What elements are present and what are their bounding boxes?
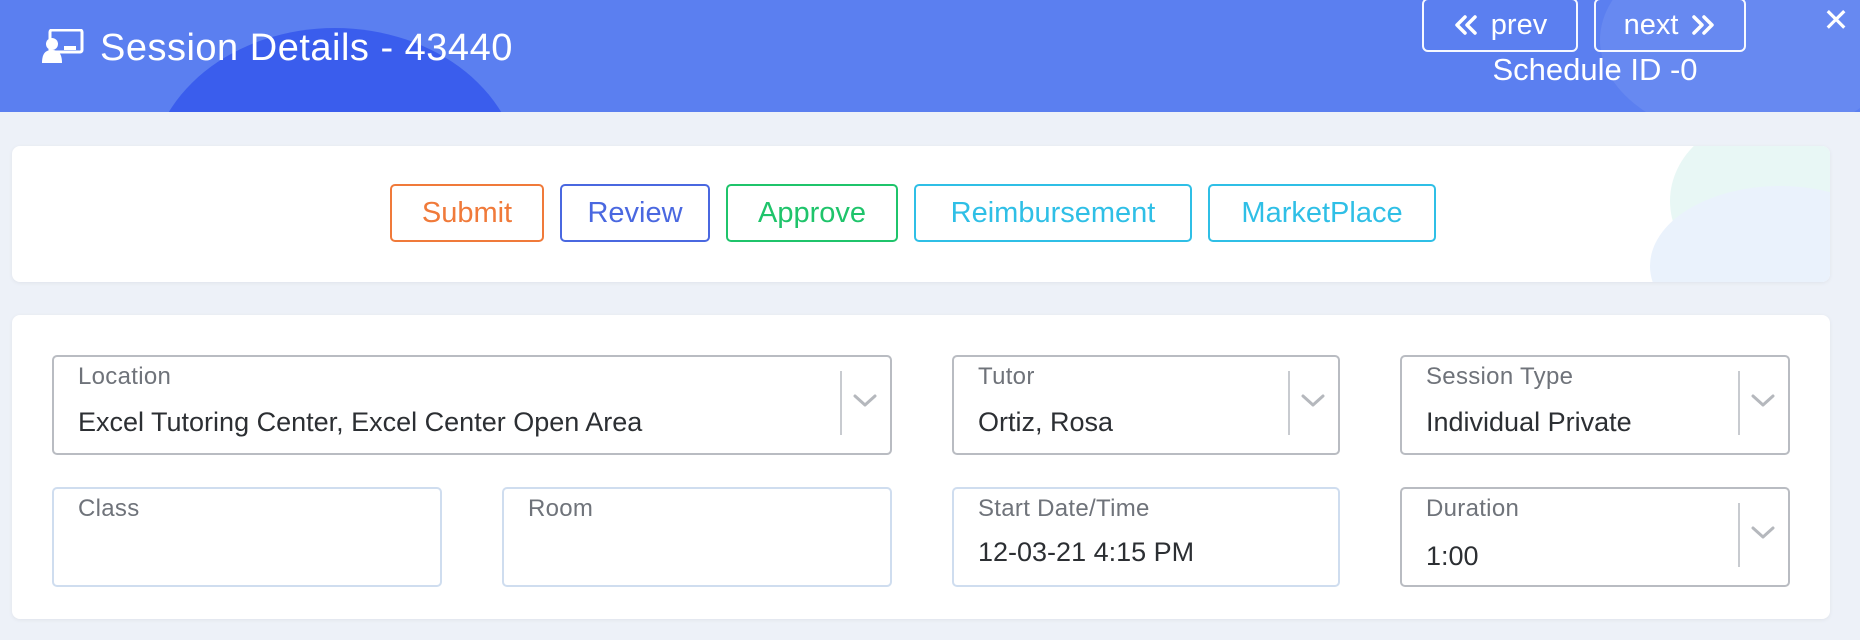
location-label: Location xyxy=(78,363,172,390)
start-datetime-value: 12-03-21 4:15 PM xyxy=(978,537,1195,567)
page-header: Session Details - 43440 prev next Schedu… xyxy=(0,0,1860,112)
prev-label: prev xyxy=(1490,8,1548,41)
header-title-group: Session Details - 43440 xyxy=(42,22,513,74)
room-field[interactable]: Room xyxy=(502,487,892,587)
schedule-id: Schedule ID -0 xyxy=(1492,52,1698,87)
tutor-label: Tutor xyxy=(978,363,1035,390)
double-chevron-left-icon xyxy=(1453,14,1479,36)
reimbursement-button[interactable]: Reimbursement xyxy=(914,184,1192,242)
next-button[interactable]: next xyxy=(1594,0,1746,52)
select-separator xyxy=(1738,371,1740,435)
chevron-down-icon[interactable] xyxy=(1750,525,1776,541)
class-field[interactable]: Class xyxy=(52,487,442,587)
close-icon[interactable]: ✕ xyxy=(1818,2,1854,38)
chevron-down-icon[interactable] xyxy=(1750,393,1776,409)
session-type-select[interactable]: Session Type Individual Private xyxy=(1400,355,1790,455)
prev-button[interactable]: prev xyxy=(1422,0,1578,52)
page-title: Session Details - 43440 xyxy=(100,26,513,69)
select-separator xyxy=(1288,371,1290,435)
tutoring-session-icon xyxy=(42,28,84,68)
session-form-card: Location Excel Tutoring Center, Excel Ce… xyxy=(12,315,1830,619)
duration-select[interactable]: Duration 1:00 xyxy=(1400,487,1790,587)
location-value: Excel Tutoring Center, Excel Center Open… xyxy=(78,407,643,437)
approve-button[interactable]: Approve xyxy=(726,184,898,242)
chevron-down-icon[interactable] xyxy=(1300,393,1326,409)
session-type-value: Individual Private xyxy=(1426,407,1632,437)
start-datetime-label: Start Date/Time xyxy=(978,495,1150,522)
session-type-label: Session Type xyxy=(1426,363,1574,390)
select-separator xyxy=(1738,503,1740,567)
tutor-select[interactable]: Tutor Ortiz, Rosa xyxy=(952,355,1340,455)
chevron-down-icon[interactable] xyxy=(852,393,878,409)
double-chevron-right-icon xyxy=(1690,14,1716,36)
duration-label: Duration xyxy=(1426,495,1520,522)
location-select[interactable]: Location Excel Tutoring Center, Excel Ce… xyxy=(52,355,892,455)
submit-button[interactable]: Submit xyxy=(390,184,544,242)
workflow-actions-card: Submit Review Approve Reimbursement Mark… xyxy=(12,146,1830,282)
class-label: Class xyxy=(78,495,140,522)
review-button[interactable]: Review xyxy=(560,184,710,242)
marketplace-button[interactable]: MarketPlace xyxy=(1208,184,1436,242)
start-datetime-field[interactable]: Start Date/Time 12-03-21 4:15 PM xyxy=(952,487,1340,587)
select-separator xyxy=(840,371,842,435)
room-label: Room xyxy=(528,495,594,522)
tutor-value: Ortiz, Rosa xyxy=(978,407,1114,437)
next-label: next xyxy=(1623,8,1679,41)
duration-value: 1:00 xyxy=(1426,541,1479,571)
